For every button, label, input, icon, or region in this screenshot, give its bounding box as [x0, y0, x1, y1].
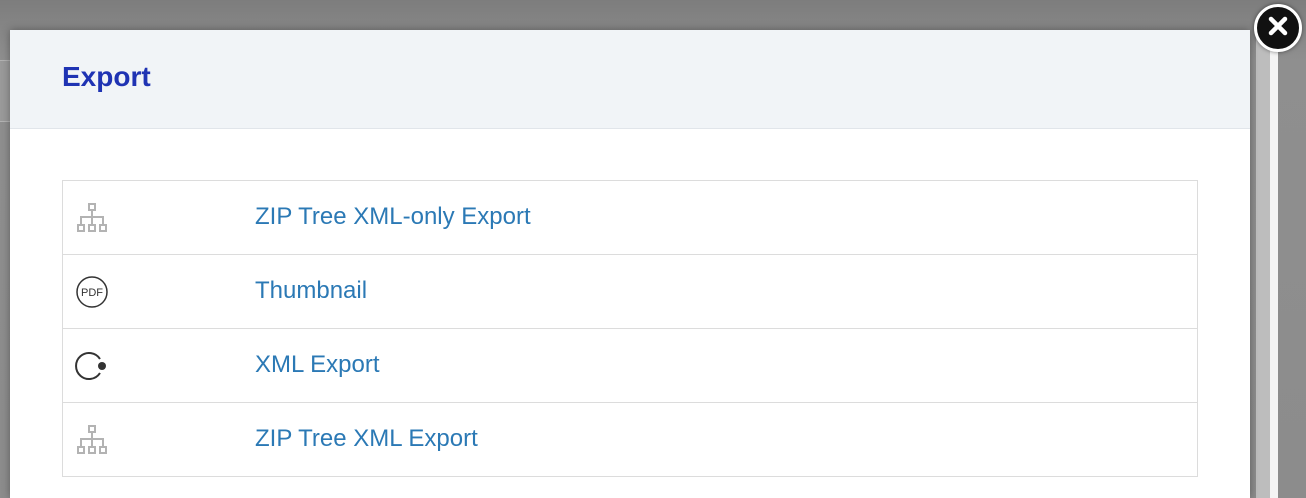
export-option-zip-tree-xml[interactable]: ZIP Tree XML Export: [63, 403, 1197, 477]
export-modal: Export ZIP Tree XML-only Export PDF Thum…: [10, 30, 1250, 498]
export-options-list: ZIP Tree XML-only Export PDF Thumbnail X…: [62, 180, 1198, 477]
scrollbar-track[interactable]: [1256, 30, 1270, 498]
modal-header: Export: [10, 30, 1250, 129]
sitemap-icon: [75, 201, 109, 235]
circle-dot-icon: [75, 349, 109, 383]
sitemap-icon: [75, 423, 109, 457]
export-option-label[interactable]: Thumbnail: [255, 277, 367, 305]
export-option-zip-tree-xml-only[interactable]: ZIP Tree XML-only Export: [63, 181, 1197, 255]
export-option-label[interactable]: ZIP Tree XML-only Export: [255, 203, 531, 231]
background-element-edge: [0, 60, 10, 122]
export-option-label[interactable]: XML Export: [255, 351, 380, 379]
export-option-label[interactable]: ZIP Tree XML Export: [255, 425, 478, 453]
close-button[interactable]: [1254, 4, 1302, 52]
pdf-icon: PDF: [75, 275, 109, 309]
scrollbar-gutter: [1270, 30, 1278, 498]
export-option-xml-export[interactable]: XML Export: [63, 329, 1197, 403]
close-icon: [1267, 15, 1289, 42]
pdf-icon-text: PDF: [81, 287, 103, 299]
modal-title: Export: [62, 61, 151, 92]
export-option-thumbnail[interactable]: PDF Thumbnail: [63, 255, 1197, 329]
